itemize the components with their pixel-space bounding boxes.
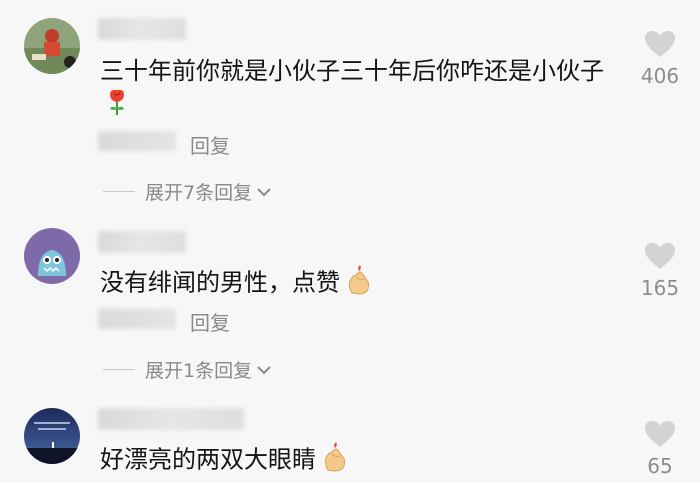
username-blurred[interactable] xyxy=(98,18,186,40)
rose-icon xyxy=(106,88,128,125)
expand-replies-label: 展开7条回复 xyxy=(145,182,253,204)
heart-icon xyxy=(630,420,690,452)
like-button[interactable]: 406 xyxy=(630,30,690,88)
timestamp-blurred xyxy=(98,309,176,329)
reply-button[interactable]: 回复 xyxy=(190,130,230,159)
chevron-down-icon xyxy=(256,181,272,203)
heart-icon xyxy=(630,242,690,274)
finger-heart-icon xyxy=(322,440,348,481)
like-count: 406 xyxy=(640,64,680,88)
avatar[interactable] xyxy=(24,408,80,464)
timestamp-blurred xyxy=(98,131,176,151)
divider-line xyxy=(103,369,135,370)
expand-replies-button[interactable]: 展开7条回复 xyxy=(103,178,272,205)
comment-text: 三十年前你就是小伙子三十年后你咋还是小伙子 xyxy=(100,54,620,125)
divider-line xyxy=(103,191,135,192)
chevron-down-icon xyxy=(256,359,272,381)
avatar[interactable] xyxy=(24,228,80,284)
like-button[interactable]: 165 xyxy=(630,242,690,300)
like-count: 165 xyxy=(640,276,680,300)
heart-icon xyxy=(630,30,690,62)
username-blurred[interactable] xyxy=(98,231,186,253)
like-count: 65 xyxy=(647,454,673,478)
finger-heart-icon xyxy=(346,263,372,304)
expand-replies-button[interactable]: 展开1条回复 xyxy=(103,356,272,383)
like-button[interactable]: 65 xyxy=(630,420,690,478)
comment-text: 好漂亮的两双大眼睛 xyxy=(100,440,620,481)
reply-button[interactable]: 回复 xyxy=(190,307,230,336)
expand-replies-label: 展开1条回复 xyxy=(145,360,253,382)
comment-text: 没有绯闻的男性，点赞 xyxy=(100,263,620,304)
username-blurred[interactable] xyxy=(98,408,244,430)
avatar[interactable] xyxy=(24,18,80,74)
